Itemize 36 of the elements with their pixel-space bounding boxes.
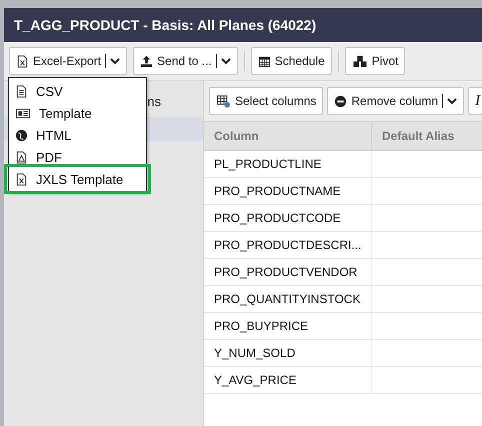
menu-item[interactable]: HTML [9,125,146,145]
menu-item[interactable]: PDF [9,147,146,167]
pdf-file-icon [15,150,28,164]
table-cell: Y_AVG_PRICE [204,367,372,393]
split-button[interactable]: Excel-Export [9,47,128,75]
globe-icon [15,128,28,142]
split-button[interactable]: Send to ... [133,47,238,75]
split-button[interactable]: Remove column [327,87,464,115]
spreadsheet-file-icon [16,54,29,68]
table-cell: PRO_BUYPRICE [204,313,372,339]
table-cell: PRO_PRODUCTVENDOR [204,259,372,285]
menu-item[interactable]: Template [9,103,146,123]
caret-icon [110,57,120,65]
caret-icon [447,97,458,105]
table-cell: PRO_QUANTITYINSTOCK [204,286,372,312]
italic-button[interactable]: I [468,87,482,115]
toolbar-button[interactable]: Schedule [250,47,332,75]
toolbar-button[interactable]: Pivot [344,47,406,75]
upload-icon [140,54,154,68]
table-add-icon [216,94,231,108]
table-cell: PRO_PRODUCTNAME [204,178,372,204]
toolbar-button[interactable]: Select columns [209,87,324,115]
table-cell: PRO_PRODUCTCODE [204,205,372,231]
document-icon [15,84,28,98]
menu-item[interactable]: JXLS Template [9,169,146,189]
table-cell: Y_NUM_SOLD [204,340,372,366]
window-title: T_AGG_PRODUCT - Basis: All Planes (64022) [4,8,482,42]
table-cell: PRO_PRODUCTDESCRI... [204,232,372,258]
caret-icon [220,57,231,65]
menu-item[interactable]: CSV [9,81,146,101]
minus-circle-icon [334,94,348,108]
table-cell: PL_PRODUCTLINE [204,151,372,177]
card-icon [15,106,31,120]
cubes-icon [352,54,368,68]
calendar-icon [258,54,271,68]
spreadsheet-file-icon [15,172,28,186]
